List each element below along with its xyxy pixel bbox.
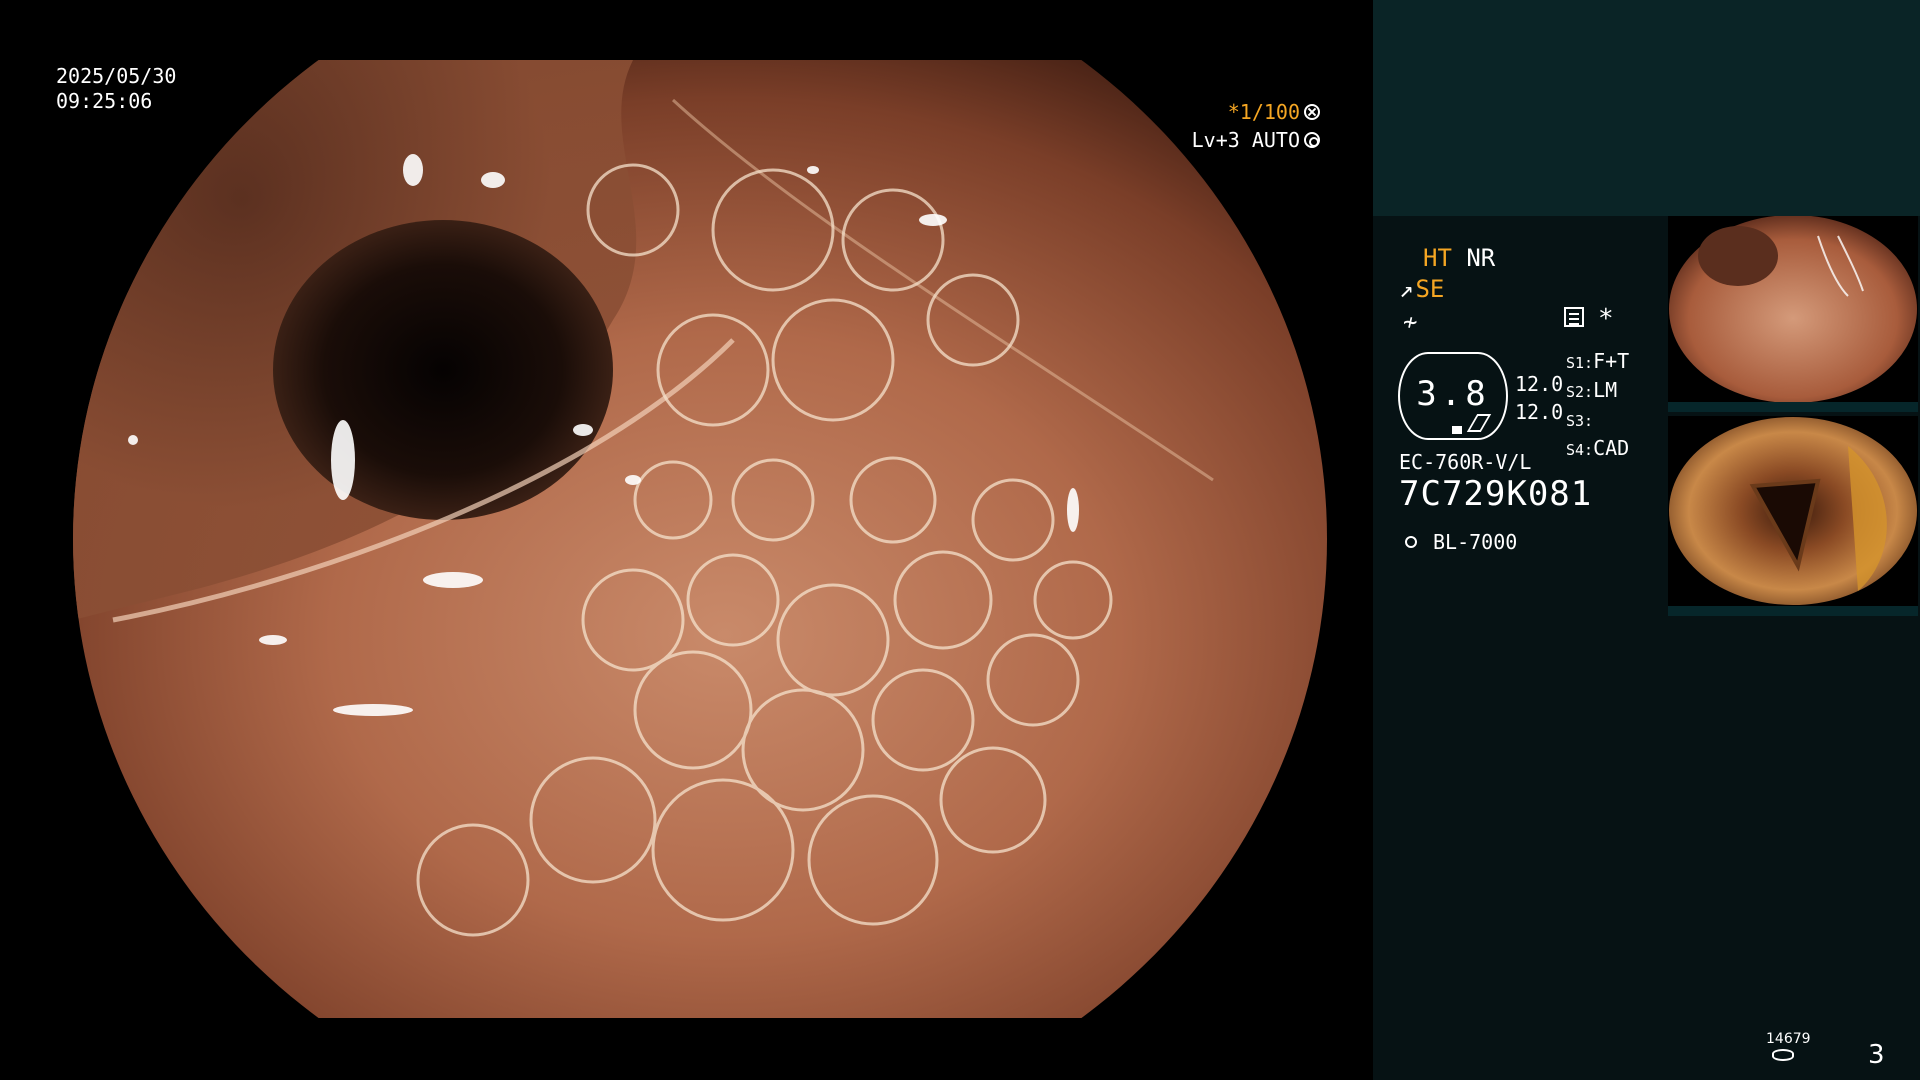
zoom-tick-icon [1466, 414, 1492, 432]
zoom-bar [1452, 426, 1462, 434]
thumbnail-2[interactable] [1668, 416, 1918, 616]
zoom-indicator: 3.8 [1398, 352, 1508, 440]
panel-header-area [1373, 0, 1920, 216]
endoscope-image [73, 60, 1327, 1018]
shutter-speed: *1/100 [1227, 100, 1300, 124]
s1-key: S1: [1566, 354, 1594, 372]
s1-value: F+T [1593, 349, 1630, 373]
sun-icon [1399, 530, 1423, 554]
s2-value: LM [1593, 378, 1618, 402]
s4-key: S4: [1566, 441, 1594, 459]
s2-key: S2: [1566, 383, 1594, 401]
num-2: 12.0 [1515, 400, 1564, 424]
s4-value: CAD [1593, 436, 1630, 460]
zoom-value: 3.8 [1416, 374, 1490, 414]
processor-icon [1564, 307, 1584, 327]
page-number: 3 [1868, 1040, 1885, 1070]
scope-model: EC-760R-V/L [1399, 450, 1532, 474]
exposure-level: Lv+3 AUTO [1191, 128, 1300, 152]
info-panel: HT NR ↗ SE ≁ * 3.8 12.0 12.0 S1:F+T S2:L… [1373, 0, 1920, 1080]
scope-serial: 7C729K081 [1399, 474, 1593, 514]
thumbnail-1-caption [1668, 402, 1918, 412]
date-text: 2025/05/30 [56, 64, 177, 88]
exposure-info: *1/100 Lv+3 AUTO [1192, 98, 1320, 154]
flat-icon: ≁ [1403, 308, 1418, 336]
drive-icon [1772, 1049, 1794, 1061]
thumbnail-1[interactable] [1668, 216, 1918, 412]
light-source: BL-7000 [1399, 530, 1517, 554]
mode-se: SE [1415, 275, 1445, 303]
light-source-label: BL-7000 [1433, 530, 1518, 554]
iris-icon [1304, 132, 1320, 148]
image-counter: 14679 [1766, 1031, 1811, 1047]
timestamp: 2025/05/30 09:25:06 [56, 64, 176, 114]
switch-settings: S1:F+T S2:LM S3: S4:CAD [1566, 348, 1629, 464]
mode-ht: HT [1423, 244, 1452, 272]
scope-angle-icon: ↗ [1399, 275, 1414, 303]
star-icon: * [1598, 304, 1614, 334]
numeric-values: 12.0 12.0 [1515, 370, 1563, 426]
thumbnail-2-caption [1668, 606, 1918, 616]
endoscope-view: 2025/05/30 09:25:06 *1/100 Lv+3 AUTO [0, 0, 1373, 1080]
s3-key: S3: [1566, 412, 1594, 430]
num-1: 12.0 [1515, 372, 1564, 396]
aperture-icon [1304, 104, 1320, 120]
time-text: 09:25:06 [56, 89, 153, 113]
mode-nr: NR [1466, 244, 1496, 272]
